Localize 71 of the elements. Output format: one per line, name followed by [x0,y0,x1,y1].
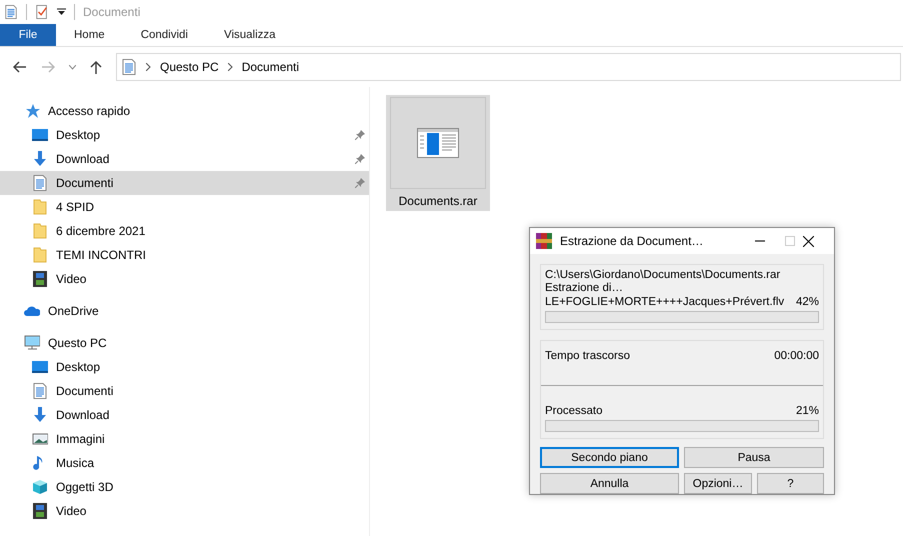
chevron-down-icon[interactable] [69,64,76,70]
folder-icon [32,223,48,239]
breadcrumb[interactable]: Questo PC [160,60,219,74]
down-arrow-icon [32,407,48,423]
nav-item[interactable]: TEMI INCONTRI [0,243,369,267]
dialog-title: Estrazione da Document… [560,234,704,248]
address-field[interactable]: Questo PC Documenti [116,53,901,81]
computer-icon [24,335,40,351]
nav-item[interactable]: Download [0,147,369,171]
film-icon [32,271,48,287]
processed-label: Processato [545,404,603,418]
checklist-icon[interactable] [35,4,49,20]
nav-item[interactable]: 4 SPID [0,195,369,219]
dialog-button[interactable]: Annulla [540,473,679,494]
nav-item[interactable]: Desktop [0,123,369,147]
dialog-button[interactable]: Secondo piano [540,447,679,468]
nav-item[interactable]: Immagini [0,427,369,451]
window-title: Documenti [83,5,140,19]
nav-item[interactable]: 6 dicembre 2021 [0,219,369,243]
film-icon [32,503,48,519]
elapsed-time: 00:00:00 [774,349,819,363]
monitor-icon [32,359,48,375]
status-text: Estrazione di… [545,282,624,295]
nav-item[interactable]: OneDrive [0,299,369,323]
document-icon [32,383,48,399]
file-percent: 42% [796,295,819,309]
nav-item[interactable]: Video [0,499,369,523]
file-item[interactable]: Documents.rar [386,95,490,211]
ribbon-tab[interactable]: Visualizza [206,24,294,46]
nav-item[interactable]: Desktop [0,355,369,379]
close-icon[interactable] [803,236,814,246]
folder-icon [32,247,48,263]
document-icon[interactable] [4,4,18,20]
ribbon-tab[interactable]: Home [56,24,123,46]
folder-icon [32,199,48,215]
cube-icon [32,479,48,495]
ribbon-tab[interactable]: Condividi [122,24,206,46]
pin-icon[interactable] [355,130,365,140]
nav-item[interactable]: Download [0,403,369,427]
document-icon [32,175,48,191]
back-arrow-icon[interactable] [13,61,27,73]
archive-window-icon [417,128,459,158]
elapsed-label: Tempo trascorso [545,349,630,363]
nav-item[interactable]: Oggetti 3D [0,475,369,499]
dropdown-icon[interactable] [57,8,66,16]
pin-icon[interactable] [355,178,365,188]
nav-item[interactable]: Documenti [0,379,369,403]
nav-item[interactable]: Documenti [0,171,369,195]
chevron-right-icon [146,63,151,71]
nav-item[interactable]: Video [0,267,369,291]
maximize-icon [785,236,795,246]
up-arrow-icon[interactable] [90,60,102,74]
books-icon [536,233,552,249]
dialog-button[interactable]: ? [757,473,824,494]
file-name: LE+FOGLIE+MORTE++++Jacques+Prévert.flv [545,295,784,309]
nav-item[interactable]: Accesso rapido [0,99,369,123]
document-icon [121,59,137,75]
star-icon [24,103,40,119]
breadcrumb[interactable]: Documenti [242,60,300,74]
down-arrow-icon [32,151,48,167]
ribbon-tab[interactable]: File [0,24,56,46]
chevron-right-icon [228,63,233,71]
dialog-button[interactable]: Opzioni… [684,473,752,494]
archive-path: C:\Users\Giordano\Documents\Documents.rar [545,269,782,282]
nav-item[interactable]: Musica [0,451,369,475]
dialog-button[interactable]: Pausa [684,447,824,468]
nav-item[interactable]: Questo PC [0,331,369,355]
monitor-icon [32,127,48,143]
image-icon [32,431,48,447]
pin-icon[interactable] [355,154,365,164]
processed-percent: 21% [796,404,819,418]
